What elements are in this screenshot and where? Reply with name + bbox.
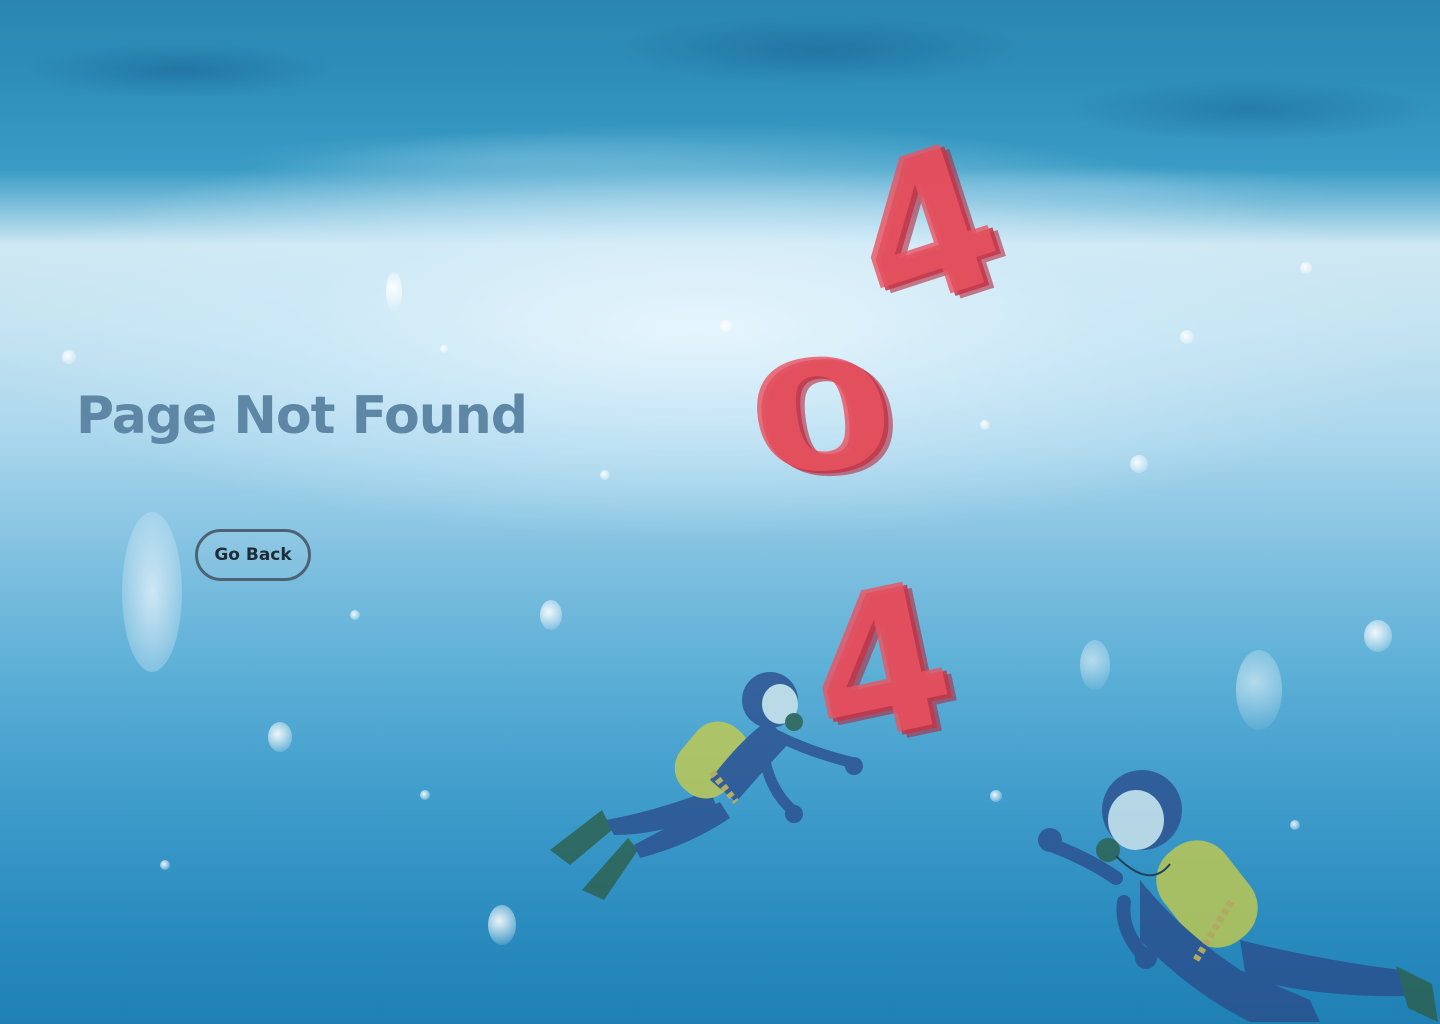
bubble (1364, 620, 1392, 652)
bubble (990, 790, 1002, 802)
bubble (440, 345, 448, 353)
bubble (386, 272, 402, 312)
bubble (600, 470, 610, 480)
bubble (420, 790, 430, 800)
bubble (720, 320, 732, 332)
bubble (488, 905, 516, 945)
bubble (160, 860, 170, 870)
bubble (1080, 640, 1110, 690)
water-surface (0, 0, 1440, 240)
bubble (540, 600, 562, 630)
bubble (1130, 455, 1148, 473)
water-drop (122, 512, 182, 672)
bubble (980, 420, 990, 430)
bubble (268, 722, 292, 752)
page-title: Page Not Found (76, 386, 528, 446)
bubble (1236, 650, 1282, 730)
bubble (350, 610, 360, 620)
bubble (62, 350, 76, 364)
diver-illustration (550, 672, 863, 900)
underwater-background: Page Not Found Go Back 4 0 4 (0, 0, 1440, 1024)
bubble (1180, 330, 1194, 344)
error-digit-middle: 0 (735, 323, 907, 510)
go-back-button[interactable]: Go Back (195, 529, 311, 581)
diver-illustration (1038, 770, 1438, 1022)
bubble (1300, 262, 1312, 274)
